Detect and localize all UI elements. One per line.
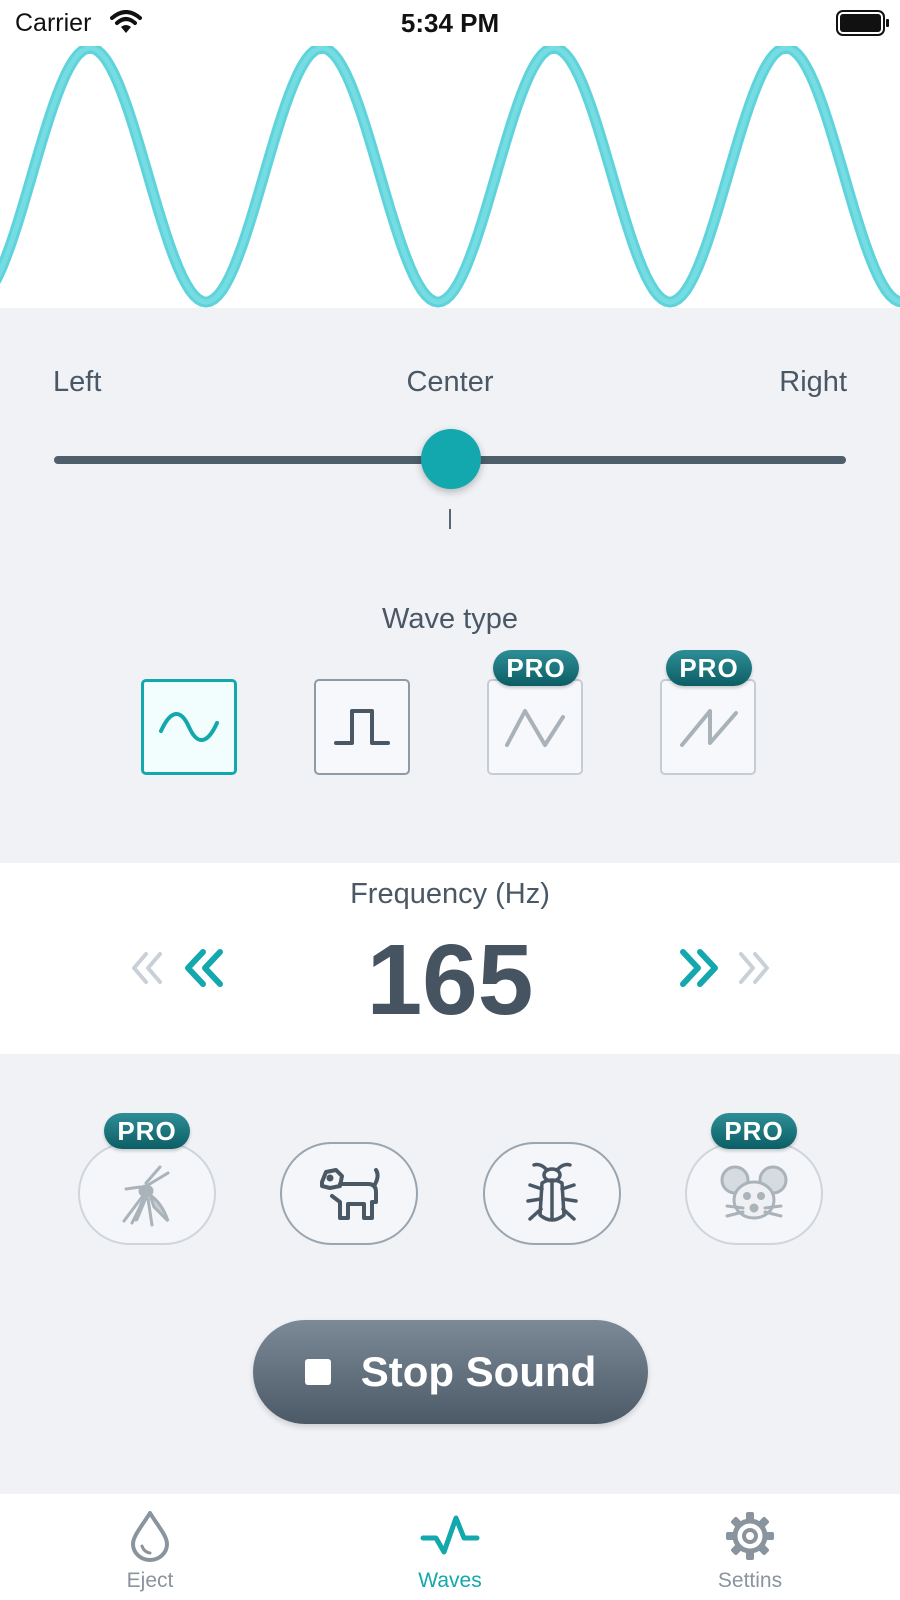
pro-badge: PRO	[104, 1113, 190, 1149]
balance-labels: Left Center Right	[0, 366, 900, 406]
waveform-icon	[420, 1515, 480, 1555]
battery-icon	[836, 10, 889, 36]
status-bar: Carrier 5:34 PM	[0, 0, 900, 46]
mouse-icon	[720, 1165, 788, 1219]
mouse-preset-button[interactable]	[685, 1142, 823, 1245]
tab-settings[interactable]: Settins	[650, 1494, 850, 1600]
stop-icon	[304, 1359, 331, 1385]
decrease-large-chevron-icon[interactable]	[130, 946, 164, 990]
tab-eject-label: Eject	[126, 1569, 174, 1592]
balance-right-label: Right	[779, 366, 847, 398]
wave-type-title: Wave type	[382, 603, 518, 635]
dog-icon	[320, 1167, 380, 1220]
decrease-chevron-icon[interactable]	[183, 946, 225, 990]
pro-badge: PRO	[666, 650, 752, 686]
frequency-title: Frequency (Hz)	[350, 878, 550, 910]
tab-waves-label: Waves	[418, 1569, 482, 1592]
cockroach-icon	[526, 1162, 578, 1222]
droplet-icon	[131, 1511, 169, 1562]
mosquito-icon	[122, 1165, 170, 1226]
clock-time: 5:34 PM	[400, 8, 500, 38]
square-wave-button[interactable]	[314, 679, 410, 775]
triangle-wave-icon	[505, 709, 565, 747]
balance-center-label: Center	[406, 366, 494, 398]
dog-preset-button[interactable]	[280, 1142, 418, 1245]
sine-waveform-graphic	[0, 42, 900, 308]
slider-center-tick	[449, 509, 451, 529]
tab-bar: Eject Waves Settins	[0, 1494, 900, 1600]
cockroach-preset-button[interactable]	[483, 1142, 621, 1245]
tab-waves[interactable]: Waves	[350, 1494, 550, 1600]
mosquito-preset-button[interactable]	[78, 1142, 216, 1245]
stop-sound-button[interactable]: Stop Sound	[253, 1320, 648, 1424]
sawtooth-wave-button[interactable]	[660, 679, 756, 775]
pro-badge: PRO	[711, 1113, 797, 1149]
balance-slider-thumb[interactable]	[421, 429, 481, 489]
sine-wave-icon	[159, 712, 219, 742]
increase-large-chevron-icon[interactable]	[737, 946, 771, 990]
square-wave-icon	[334, 709, 390, 745]
increase-chevron-icon[interactable]	[678, 946, 720, 990]
sine-wave-button[interactable]	[141, 679, 237, 775]
tab-eject[interactable]: Eject	[50, 1494, 250, 1600]
waveform-display	[0, 0, 900, 308]
triangle-wave-button[interactable]	[487, 679, 583, 775]
stop-sound-label: Stop Sound	[360, 1348, 597, 1395]
pro-badge: PRO	[493, 650, 579, 686]
tab-settings-label: Settins	[717, 1569, 783, 1592]
sawtooth-wave-icon	[680, 709, 738, 747]
gear-icon	[726, 1512, 774, 1560]
